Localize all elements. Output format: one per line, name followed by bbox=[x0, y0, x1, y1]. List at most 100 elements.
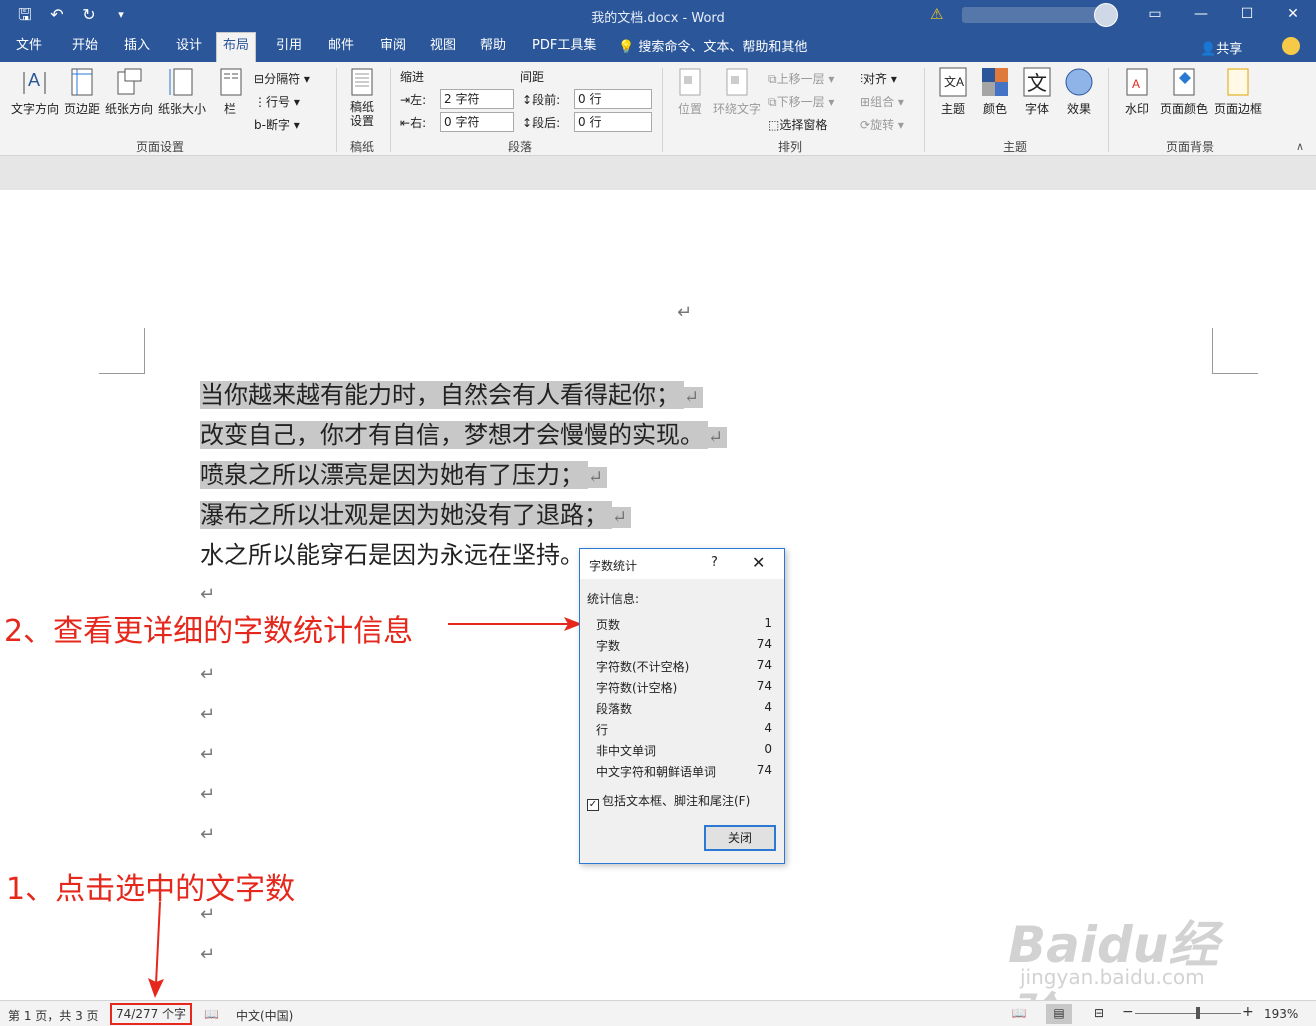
hyphenation-icon: b- bbox=[254, 118, 266, 132]
tab-view[interactable]: 视图 bbox=[424, 36, 462, 62]
colors-label: 颜色 bbox=[982, 102, 1007, 116]
stat-row: 段落数 4 bbox=[596, 700, 778, 717]
watermark-button[interactable]: A 水印 bbox=[1118, 66, 1156, 117]
spacing-after-icon: ↕ bbox=[522, 116, 533, 130]
window-title: 我的文档.docx - Word bbox=[591, 11, 725, 26]
document-paragraph[interactable]: 喷泉之所以漂亮是因为她有了压力； ↵ bbox=[200, 457, 608, 496]
tab-help[interactable]: 帮助 bbox=[474, 36, 512, 62]
zoom-slider[interactable] bbox=[1135, 1013, 1241, 1014]
web-layout-icon[interactable]: ⊟ bbox=[1086, 1004, 1112, 1024]
tab-insert[interactable]: 插入 bbox=[118, 36, 156, 62]
fonts-button[interactable]: 文 字体 bbox=[1018, 66, 1056, 117]
tab-references[interactable]: 引用 bbox=[270, 36, 308, 62]
help-icon[interactable]: ? bbox=[711, 555, 718, 570]
zoom-in-icon[interactable]: + bbox=[1242, 1004, 1254, 1020]
document-paragraph[interactable]: 瀑布之所以壮观是因为她没有了退路； ↵ bbox=[200, 497, 632, 536]
avatar[interactable] bbox=[1094, 3, 1118, 27]
feedback-smiley-icon[interactable] bbox=[1282, 37, 1300, 55]
effects-label: 效果 bbox=[1066, 102, 1091, 116]
align-button[interactable]: ⫶对齐 ▾ bbox=[860, 70, 897, 87]
page-borders-button[interactable]: 页面边框 bbox=[1212, 66, 1264, 117]
hyphenation-button[interactable]: b-断字 ▾ bbox=[254, 116, 300, 133]
close-button[interactable]: 关闭 bbox=[704, 825, 776, 851]
language-indicator[interactable]: 中文(中国) bbox=[236, 1007, 293, 1024]
paragraph-mark: ↵ bbox=[708, 427, 728, 448]
page-count[interactable]: 第 1 页，共 3 页 bbox=[8, 1007, 99, 1024]
tab-pdf-tools[interactable]: PDF工具集 bbox=[526, 36, 602, 62]
breaks-button[interactable]: ⊟分隔符 ▾ bbox=[254, 70, 310, 87]
line-numbers-label: 行号 bbox=[266, 95, 291, 109]
page-color-icon bbox=[1173, 68, 1195, 96]
bring-forward-button[interactable]: ⧉上移一层 ▾ bbox=[768, 70, 834, 87]
send-backward-button[interactable]: ⧉下移一层 ▾ bbox=[768, 93, 834, 110]
page-setup-group-label: 页面设置 bbox=[135, 140, 184, 154]
indent-left-text: 左: bbox=[410, 93, 427, 107]
zoom-out-icon[interactable]: − bbox=[1122, 1004, 1134, 1020]
group-button[interactable]: ⊞组合 ▾ bbox=[860, 93, 904, 110]
tab-mailings[interactable]: 邮件 bbox=[322, 36, 360, 62]
effects-button[interactable]: 效果 bbox=[1060, 66, 1098, 117]
paragraph-mark: ↵ bbox=[588, 467, 608, 488]
warning-icon[interactable]: ⚠ bbox=[930, 5, 943, 23]
draft-paper-button[interactable]: 稿纸 设置 bbox=[344, 66, 380, 128]
line-numbers-button[interactable]: ⋮行号 ▾ bbox=[254, 93, 300, 110]
paragraph-group-label: 段落 bbox=[507, 140, 532, 154]
minimize-icon[interactable]: — bbox=[1178, 0, 1224, 30]
document-paragraph[interactable]: 水之所以能穿石是因为永远在坚持。 bbox=[200, 537, 584, 573]
orientation-button[interactable]: 纸张方向 bbox=[104, 66, 154, 117]
page-color-button[interactable]: 页面颜色 bbox=[1158, 66, 1210, 117]
account-name[interactable] bbox=[962, 7, 1112, 23]
ribbon-display-icon[interactable]: ▭ bbox=[1132, 0, 1178, 30]
tab-layout[interactable]: 布局 bbox=[216, 32, 257, 62]
themes-button[interactable]: 文A 主题 bbox=[934, 66, 972, 117]
spacing-before-field[interactable]: 0 行 bbox=[574, 89, 652, 109]
stat-label: 字符数(计空格) bbox=[596, 681, 678, 695]
paragraph-mark: ↵ bbox=[200, 744, 216, 765]
tab-file[interactable]: 文件 bbox=[10, 36, 48, 62]
indent-right-field[interactable]: 0 字符 bbox=[440, 112, 514, 132]
zoom-level[interactable]: 193% bbox=[1264, 1007, 1298, 1021]
word-count-button[interactable]: 74/277 个字 bbox=[110, 1003, 193, 1025]
size-button[interactable]: 纸张大小 bbox=[156, 66, 208, 117]
share-button[interactable]: 👤共享 bbox=[1200, 38, 1242, 57]
proofing-icon[interactable]: 📖 bbox=[204, 1007, 219, 1021]
spacing-after-field[interactable]: 0 行 bbox=[574, 112, 652, 132]
indent-left-icon: ⇥ bbox=[400, 93, 411, 107]
tab-home[interactable]: 开始 bbox=[66, 36, 104, 62]
stat-label: 页数 bbox=[596, 618, 621, 632]
maximize-icon[interactable]: ☐ bbox=[1224, 0, 1270, 30]
read-mode-icon[interactable]: 📖 bbox=[1006, 1004, 1032, 1024]
position-button[interactable]: 位置 bbox=[672, 66, 708, 117]
stat-row: 字符数(不计空格) 74 bbox=[596, 658, 778, 675]
tell-me-search[interactable]: 💡 搜索命令、文本、帮助和其他 bbox=[618, 36, 807, 55]
margins-button[interactable]: 页边距 bbox=[63, 66, 101, 117]
colors-button[interactable]: 颜色 bbox=[976, 66, 1014, 117]
divider bbox=[390, 68, 391, 152]
close-icon[interactable]: ✕ bbox=[1270, 0, 1316, 30]
rotate-button[interactable]: ⟳旋转 ▾ bbox=[860, 116, 904, 133]
spacing-after-label: ↕段后: bbox=[522, 114, 560, 131]
print-layout-icon[interactable]: ▤ bbox=[1046, 1004, 1072, 1024]
close-icon[interactable]: ✕ bbox=[752, 553, 765, 572]
tab-design[interactable]: 设计 bbox=[170, 36, 208, 62]
selection-pane-button[interactable]: ⬚选择窗格 bbox=[768, 116, 827, 133]
columns-button[interactable]: 栏 bbox=[216, 66, 244, 117]
document-paragraph[interactable]: 改变自己，你才有自信，梦想才会慢慢的实现。 ↵ bbox=[200, 417, 728, 456]
send-backward-icon: ⧉ bbox=[768, 95, 777, 109]
zoom-slider-thumb[interactable] bbox=[1196, 1007, 1200, 1019]
wrap-text-button[interactable]: 环绕文字 bbox=[712, 66, 762, 117]
indent-left-field[interactable]: 2 字符 bbox=[440, 89, 514, 109]
indent-right-text: 右: bbox=[410, 116, 427, 130]
ruler-area bbox=[0, 157, 1316, 190]
collapse-ribbon-icon[interactable]: ∧ bbox=[1296, 140, 1304, 153]
stat-label: 行 bbox=[596, 723, 609, 737]
stat-row: 非中文单词 0 bbox=[596, 742, 778, 759]
text-direction-button[interactable]: A 文字方向 bbox=[8, 66, 62, 117]
stat-value: 4 bbox=[764, 721, 772, 735]
include-textboxes-checkbox[interactable]: ✓ 包括文本框、脚注和尾注(F) bbox=[587, 792, 750, 811]
send-backward-label: 下移一层 bbox=[776, 95, 825, 109]
paper-size-icon bbox=[169, 68, 193, 96]
document-paragraph[interactable]: 当你越来越有能力时，自然会有人看得起你； ↵ bbox=[200, 377, 704, 416]
tab-review[interactable]: 审阅 bbox=[374, 36, 412, 62]
stat-label: 段落数 bbox=[596, 702, 633, 716]
